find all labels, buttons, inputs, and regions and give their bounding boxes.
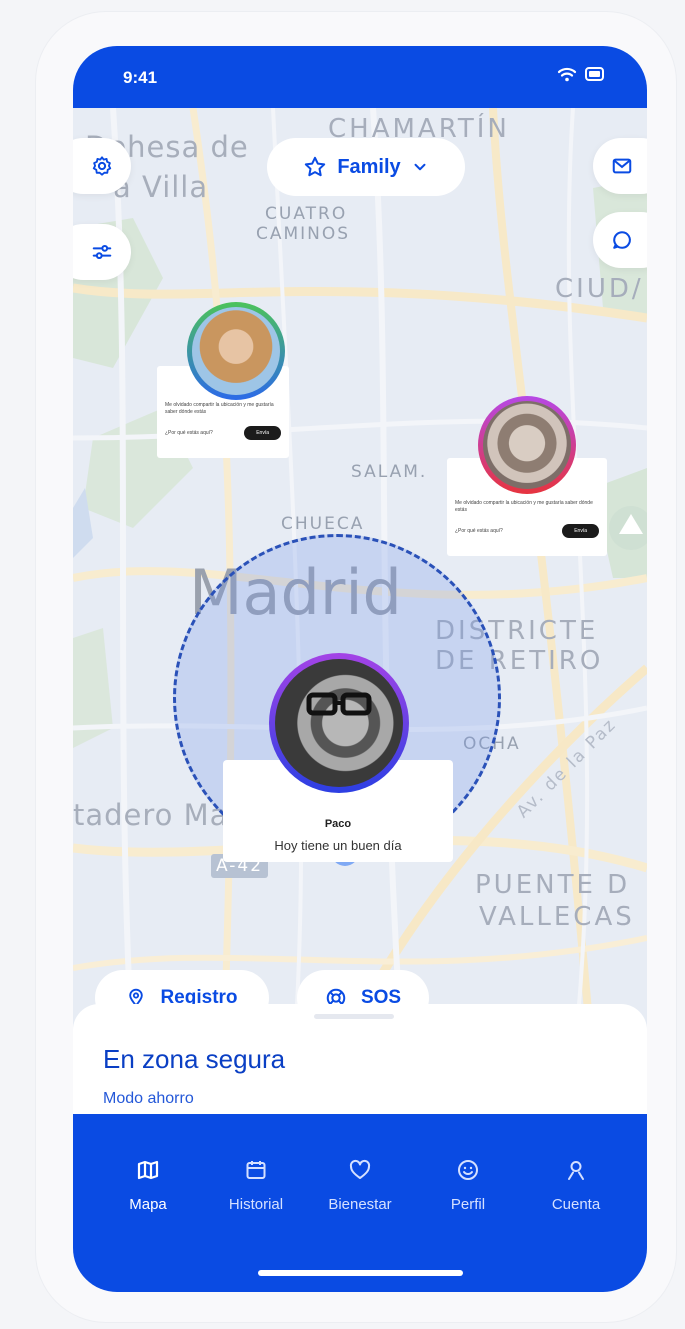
member-card-man-text: Me olvidado compartir la ubicación y me … [455,500,593,513]
nav-item-perfil[interactable]: Perfil [413,1158,523,1213]
phone-screen: 9:41 Dehesa de a Villa CHAMARTÍN CUATRO … [73,46,647,1292]
member-card-woman-row: ¿Por qué estás aquí? Envía [165,426,281,440]
member-card-woman-text: Me olvidado compartir la ubicación y me … [165,402,274,415]
glasses-icon [306,692,372,716]
calendar-icon [246,1161,266,1179]
sheet-title: En zona segura [103,1044,286,1074]
map-label-cuatro: CUATRO [265,204,348,224]
map-label-vallecas: VALLECAS [479,902,635,932]
nav-label-cuenta: Cuenta [551,1196,601,1213]
nav-item-bienestar[interactable]: Bienestar [305,1158,415,1213]
settings-button[interactable] [73,138,131,194]
home-indicator [258,1270,463,1276]
chat-bubble-icon [613,231,631,249]
status-time: 9:41 [123,68,158,87]
group-selector-label: Family [337,155,401,178]
member-card-woman-send-button[interactable]: Envía [244,426,281,440]
sheet-drag-handle[interactable] [314,1014,394,1019]
nav-item-cuenta[interactable]: Cuenta [521,1158,631,1213]
nav-label-historial: Historial [228,1196,284,1213]
map-label-chueca: CHUECA [281,514,365,534]
bottom-navigation: Mapa Historial Bienestar Perfil Cuenta [73,1114,647,1292]
map-label-ciudad: CIUD/ [555,274,644,304]
sheet-subtitle: Modo ahorro [103,1090,194,1107]
map-label-puente: PUENTE D [475,870,631,900]
status-bar: 9:41 [73,46,647,108]
star-icon [305,156,326,177]
avatar-paco[interactable] [275,659,403,787]
nav-item-mapa[interactable]: Mapa [93,1158,203,1213]
sliders-icon [92,244,112,260]
member-card-paco-status: Hoy tiene un buen día [274,838,402,853]
smile-icon [458,1160,478,1180]
group-selector[interactable]: Family [267,138,465,196]
status-sheet[interactable]: En zona segura Modo ahorro [73,1004,647,1124]
chat-button[interactable] [593,212,647,268]
mail-icon [612,158,632,174]
nav-label-perfil: Perfil [450,1196,486,1213]
member-card-paco-name: Paco [324,818,352,830]
chevron-down-icon [414,163,426,171]
member-card-man-send-button[interactable]: Envía [562,524,599,538]
map-icon [137,1160,159,1180]
user-icon [568,1161,584,1180]
map-label-caminos: CAMINOS [256,224,351,244]
wifi-icon [557,67,577,82]
avatar-woman[interactable] [192,307,280,395]
filter-button[interactable] [73,224,131,280]
avatar-man[interactable] [483,401,571,489]
status-icons [557,66,605,82]
map-view[interactable]: Dehesa de a Villa CHAMARTÍN CUATRO CAMIN… [73,108,647,1068]
member-card-man-row: ¿Por qué estás aquí? Envía [455,524,599,538]
gear-icon [92,156,112,176]
mail-button[interactable] [593,138,647,194]
nav-item-historial[interactable]: Historial [201,1158,311,1213]
nav-label-mapa: Mapa [129,1196,167,1213]
heart-icon [349,1159,371,1179]
battery-icon [585,67,604,81]
member-card-man-question: ¿Por qué estás aquí? [455,528,503,534]
map-label-salamanca: SALAM. [351,462,428,482]
member-card-woman-question: ¿Por qué estás aquí? [165,430,213,436]
nav-label-bienestar: Bienestar [328,1196,392,1213]
